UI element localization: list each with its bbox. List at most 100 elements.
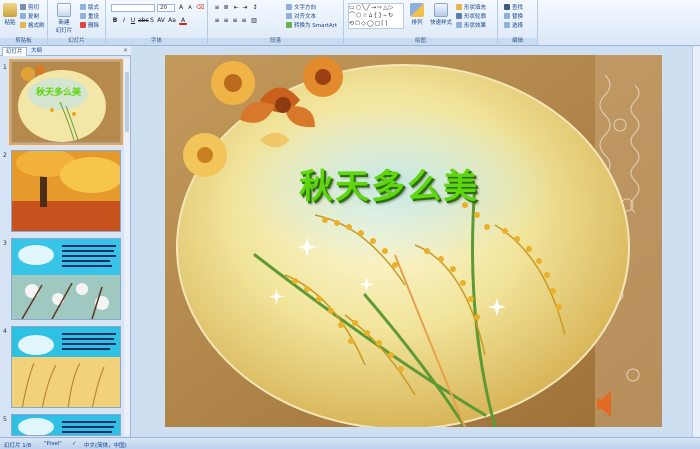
decrease-indent-button[interactable]: ⇤ [232, 4, 240, 12]
font-name-combo[interactable] [111, 4, 155, 12]
slide-canvas[interactable]: 秋天多么美 [165, 55, 662, 427]
clear-format-button[interactable]: ⌫ [196, 4, 204, 12]
underline-button[interactable]: U [129, 17, 137, 25]
quick-styles-button[interactable]: 快速样式 [428, 3, 454, 26]
slide-number: 1 [3, 64, 7, 71]
reset-button[interactable]: 重设 [80, 12, 99, 20]
layout-button[interactable]: 版式 [80, 3, 99, 11]
grow-font-button[interactable]: A [177, 4, 185, 12]
shapes-gallery[interactable]: ▭○╲╱→⇨△▷ ⌒⬡☆⌂{}⌢↻ ⟲⬠◇◯▢⌈⌉ [348, 3, 404, 29]
replace-button[interactable]: 替换 [504, 12, 523, 20]
convert-smartart-button[interactable]: 转换为 SmartArt [286, 21, 337, 29]
numbering-button[interactable]: ≣ [222, 4, 230, 12]
editing-group-label: 编辑 [498, 38, 537, 45]
ribbon: 粘贴 剪切 复制 格式刷 剪贴板 新建 幻灯片 版式 重设 删除 幻灯片 20 … [0, 0, 700, 46]
increase-indent-button[interactable]: ⇥ [241, 4, 249, 12]
shadow-button[interactable]: S [148, 17, 156, 25]
pane-tabs: 幻灯片 大纲 × [0, 46, 131, 56]
tab-outline[interactable]: 大纲 [28, 47, 45, 56]
slide-5-preview [12, 415, 120, 435]
slide-number: 3 [3, 240, 7, 247]
find-button[interactable]: 查找 [504, 3, 523, 11]
text-direction-icon [286, 4, 292, 10]
slide-counter: 幻灯片 1/8 [4, 443, 32, 449]
scissors-icon [20, 4, 26, 10]
copy-button[interactable]: 复制 [20, 12, 39, 20]
slides-group: 新建 幻灯片 版式 重设 删除 幻灯片 [48, 0, 106, 46]
paste-button[interactable]: 粘贴 [2, 3, 18, 26]
slide-thumbnail-3[interactable] [11, 238, 121, 320]
delete-button[interactable]: 删除 [80, 21, 99, 29]
strikethrough-button[interactable]: abc [138, 17, 149, 25]
new-slide-button[interactable]: 新建 幻灯片 [54, 3, 74, 34]
paragraph-group: ≡ ≣ ⇤ ⇥ ↕ ≡ ≡ ≡ ≡ ▥ 文字方向 对齐文本 转换为 SmartA… [208, 0, 344, 46]
columns-button[interactable]: ▥ [250, 17, 258, 25]
cut-button[interactable]: 剪切 [20, 3, 39, 11]
replace-icon [504, 13, 510, 19]
shape-outline-button[interactable]: 形状轮廓 [456, 12, 486, 20]
select-button[interactable]: 选择 [504, 21, 523, 29]
slide-number: 2 [3, 152, 7, 159]
slide-number: 4 [3, 328, 7, 335]
font-group-label: 字体 [106, 38, 207, 45]
align-text-icon [286, 13, 292, 19]
clipboard-group-label: 剪贴板 [0, 38, 47, 45]
slide-number: 5 [3, 416, 7, 423]
slide-title[interactable]: 秋天多么美 [299, 159, 479, 208]
tab-slides[interactable]: 幻灯片 [2, 47, 27, 56]
slide-artwork [165, 55, 662, 427]
font-color-button[interactable]: A [179, 17, 187, 25]
slide-thumbnail-4[interactable] [11, 326, 121, 408]
align-center-button[interactable]: ≡ [222, 17, 230, 25]
new-slide-icon [57, 3, 71, 17]
spell-check-icon[interactable]: ✓ [72, 441, 77, 447]
align-right-button[interactable]: ≡ [231, 17, 239, 25]
layout-icon [80, 4, 86, 10]
slides-pane: 幻灯片 大纲 × 1 秋天多么美 2 3 4 5 [0, 46, 131, 437]
drawing-group: ▭○╲╱→⇨△▷ ⌒⬡☆⌂{}⌢↻ ⟲⬠◇◯▢⌈⌉ 排列 快速样式 形状填充 形状轮… [344, 0, 498, 46]
slide-thumbnail-5[interactable] [11, 414, 121, 436]
shape-effects-button[interactable]: 形状效果 [456, 21, 486, 29]
bold-button[interactable]: B [111, 17, 119, 25]
slide-thumbnail-2[interactable] [11, 150, 121, 232]
theme-name: "Pixel" [44, 441, 62, 447]
pencil-icon [456, 13, 462, 19]
copy-icon [20, 13, 26, 19]
italic-button[interactable]: I [120, 17, 128, 25]
text-direction-button[interactable]: 文字方向 [286, 3, 316, 11]
close-icon[interactable]: × [123, 47, 128, 54]
align-left-button[interactable]: ≡ [213, 17, 221, 25]
arrange-button[interactable]: 排列 [408, 3, 426, 26]
shape-fill-button[interactable]: 形状填充 [456, 3, 486, 11]
font-size-combo[interactable]: 20 [157, 4, 175, 12]
pane-scrollbar[interactable] [124, 58, 130, 436]
smartart-icon [286, 22, 292, 28]
paste-icon [3, 3, 17, 17]
char-spacing-button[interactable]: AV [157, 17, 165, 25]
format-painter-button[interactable]: 格式刷 [20, 21, 45, 29]
paragraph-group-label: 段落 [208, 38, 343, 45]
reset-icon [80, 13, 86, 19]
paint-bucket-icon [456, 4, 462, 10]
align-text-button[interactable]: 对齐文本 [286, 12, 316, 20]
arrange-icon [410, 3, 424, 17]
slide-thumbnail-1[interactable]: 秋天多么美 [9, 59, 123, 145]
line-spacing-button[interactable]: ↕ [251, 4, 259, 12]
bullets-button[interactable]: ≡ [213, 4, 221, 12]
change-case-button[interactable]: Aa [168, 17, 176, 25]
slide-2-preview [12, 151, 120, 231]
shrink-font-button[interactable]: A [186, 4, 194, 12]
cursor-icon [504, 22, 510, 28]
status-bar: 幻灯片 1/8 "Pixel" ✓ 中文(简体，中国) [0, 437, 700, 449]
svg-text:秋天多么美: 秋天多么美 [35, 86, 82, 98]
slide-editor: 秋天多么美 [132, 46, 700, 437]
drawing-group-label: 绘图 [344, 38, 497, 45]
brush-icon [20, 22, 26, 28]
scroll-thumb[interactable] [125, 72, 129, 132]
justify-button[interactable]: ≡ [240, 17, 248, 25]
clipboard-group: 粘贴 剪切 复制 格式刷 剪贴板 [0, 0, 48, 46]
font-group: 20 A A ⌫ B I U abc S AV Aa A 字体 [106, 0, 208, 46]
editor-scrollbar[interactable] [692, 46, 700, 437]
editing-group: 查找 替换 选择 编辑 [498, 0, 538, 46]
language-indicator[interactable]: 中文(简体，中国) [84, 441, 127, 449]
